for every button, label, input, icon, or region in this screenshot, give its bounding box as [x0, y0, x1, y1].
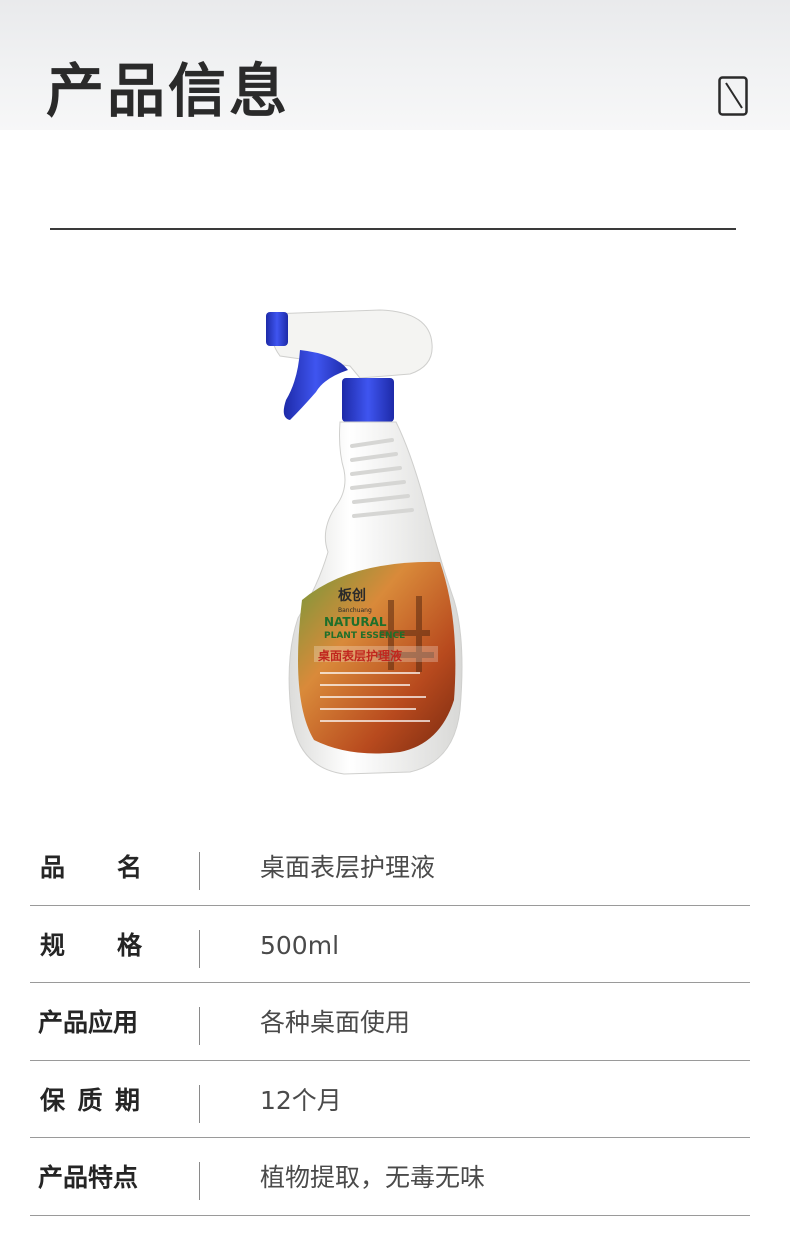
label-line2: PLANT ESSENCE [324, 631, 405, 641]
document-icon[interactable] [718, 76, 748, 116]
column-separator [199, 1084, 200, 1123]
spec-row-features: 产品特点 植物提取，无毒无味 [30, 1138, 750, 1216]
spec-row-shelf-life: 保质期 12个月 [30, 1061, 750, 1138]
spec-label-char: 规 [40, 930, 66, 960]
column-separator [199, 1007, 200, 1045]
product-image: 板创 Banchuang NATURAL PLANT ESSENCE 桌面表层护… [266, 309, 463, 775]
column-separator [199, 852, 200, 890]
spec-label: 保质期 [40, 1085, 140, 1117]
spec-label: 规格 [40, 930, 142, 962]
spec-value: 各种桌面使用 [260, 1008, 411, 1037]
spec-row-size: 规格 500ml [30, 906, 750, 983]
spec-row-application: 产品应用 各种桌面使用 [30, 983, 750, 1061]
spec-label-char: 名 [116, 853, 142, 882]
spec-label-char: 保 [40, 1085, 66, 1115]
spec-label-char: 品 [40, 853, 66, 882]
spec-row-name: 品名 桌面表层护理液 [30, 828, 750, 906]
brand-mark: 板创 [338, 587, 366, 604]
spec-value: 12个月 [260, 1085, 342, 1115]
spec-label: 产品特点 [38, 1163, 139, 1192]
spec-label-char: 质 [77, 1085, 103, 1115]
brand-pinyin: Banchuang [338, 607, 372, 614]
label-line1: NATURAL [324, 615, 387, 629]
spec-value: 500ml [260, 930, 340, 960]
label-product-name: 桌面表层护理液 [317, 648, 402, 663]
column-separator [199, 1162, 200, 1200]
spec-label: 品名 [40, 852, 142, 884]
spec-value: 植物提取，无毒无味 [260, 1163, 486, 1192]
section-divider [50, 228, 736, 230]
column-separator [199, 929, 200, 968]
spec-value: 桌面表层护理液 [260, 853, 436, 882]
page-title: 产品信息 [46, 57, 291, 125]
spec-label-char: 期 [114, 1085, 140, 1115]
spec-label-char: 格 [116, 930, 142, 960]
spec-table: 品名 桌面表层护理液 规格 500ml 产品应用 各种桌面使用 保质期 12个月… [30, 828, 750, 1216]
spec-label: 产品应用 [38, 1008, 139, 1037]
